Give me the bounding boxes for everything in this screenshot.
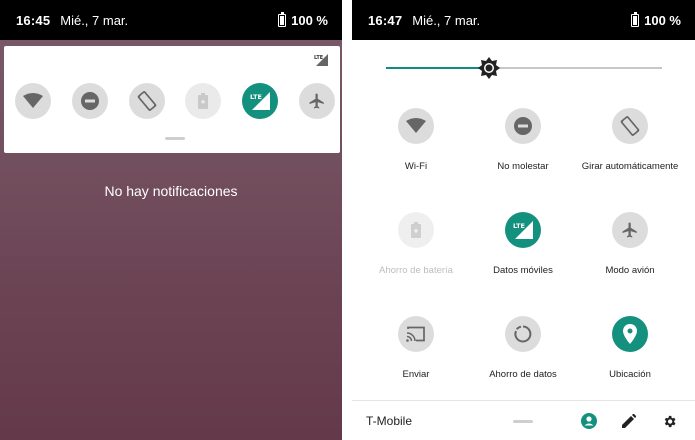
- tile-label: No molestar: [497, 161, 549, 172]
- airplane-mode-tile[interactable]: [298, 83, 335, 119]
- auto-rotate-tile[interactable]: [128, 83, 165, 119]
- tile-label: Modo avión: [605, 265, 655, 276]
- brightness-slider[interactable]: [352, 40, 695, 96]
- quick-settings-footer: T-Mobile: [352, 400, 695, 440]
- cast-tile-circle: [398, 316, 434, 352]
- tile-label: Ahorro de datos: [489, 369, 557, 380]
- wifi-icon: [406, 118, 426, 133]
- carrier-name: T-Mobile: [366, 413, 413, 428]
- tile-cast[interactable]: Enviar: [359, 316, 473, 380]
- lte-signal-mini-icon: LTE: [314, 54, 328, 66]
- tile-location[interactable]: Ubicación: [573, 316, 687, 380]
- drag-handle[interactable]: [165, 137, 185, 140]
- airplane-icon: [309, 93, 324, 109]
- tile-label: Enviar: [402, 369, 430, 380]
- battery-indicator: 100 %: [631, 11, 681, 28]
- svg-text:LTE: LTE: [513, 222, 525, 230]
- user-icon[interactable]: [581, 413, 597, 429]
- wifi-icon: [23, 93, 43, 108]
- tile-mobile-data[interactable]: LTE Datos móviles: [466, 212, 580, 276]
- tile-battery-saver[interactable]: Ahorro de batería: [359, 212, 473, 276]
- tile-do-not-disturb[interactable]: No molestar: [466, 108, 580, 172]
- airplane-tile-circle: [612, 212, 648, 248]
- status-date: Mié., 7 mar.: [412, 12, 481, 28]
- tile-auto-rotate[interactable]: Girar automáticamente: [573, 108, 687, 172]
- data-saver-icon: [514, 325, 532, 343]
- dnd-tile-circle: [505, 108, 541, 144]
- svg-text:LTE: LTE: [314, 55, 324, 61]
- tile-data-saver[interactable]: Ahorro de datos: [466, 316, 580, 380]
- location-tile-circle: [612, 316, 648, 352]
- status-bar: 16:45 Mié., 7 mar. 100 %: [0, 0, 342, 40]
- data-saver-tile-circle: [505, 316, 541, 352]
- cast-icon: [406, 326, 425, 342]
- quick-settings-header: LTE LTE: [4, 46, 340, 153]
- auto-rotate-icon: [620, 116, 640, 136]
- mobile-data-tile-circle: LTE: [505, 212, 541, 248]
- battery-icon: [631, 11, 640, 27]
- brightness-track: [492, 67, 662, 69]
- location-icon: [623, 324, 637, 344]
- tile-airplane-mode[interactable]: Modo avión: [573, 212, 687, 276]
- brightness-track-filled: [386, 67, 486, 69]
- do-not-disturb-tile[interactable]: [71, 83, 108, 119]
- quick-tiles-row: LTE: [15, 83, 335, 119]
- tile-label: Girar automáticamente: [581, 161, 679, 172]
- wifi-tile[interactable]: [15, 83, 51, 119]
- tile-label: Datos móviles: [493, 265, 553, 276]
- auto-rotate-icon: [137, 91, 156, 111]
- battery-percent: 100 %: [291, 12, 328, 28]
- battery-saver-tile-circle: [398, 212, 434, 248]
- rotate-tile-circle: [612, 108, 648, 144]
- status-time: 16:47: [368, 12, 403, 28]
- tile-label: Ubicación: [609, 369, 651, 380]
- tile-wifi[interactable]: Wi-Fi: [359, 108, 473, 172]
- edit-icon[interactable]: [621, 413, 637, 429]
- svg-text:LTE: LTE: [250, 93, 262, 101]
- brightness-icon[interactable]: [478, 57, 500, 79]
- battery-saver-icon: [198, 93, 209, 109]
- drag-handle[interactable]: [513, 420, 533, 423]
- tile-label: Ahorro de batería: [379, 265, 453, 276]
- status-bar: 16:47 Mié., 7 mar. 100 %: [352, 0, 695, 40]
- lte-signal-icon: LTE: [513, 221, 533, 239]
- battery-saver-icon: [411, 222, 421, 238]
- battery-indicator: 100 %: [278, 11, 328, 28]
- footer-actions: [581, 413, 677, 429]
- right-phone-screen: 16:47 Mié., 7 mar. 100 % Wi-Fi No molest…: [352, 0, 695, 440]
- tile-label: Wi-Fi: [404, 161, 428, 172]
- status-time: 16:45: [16, 12, 51, 28]
- status-date: Mié., 7 mar.: [60, 12, 129, 28]
- do-not-disturb-icon: [514, 117, 532, 135]
- left-phone-screen: 16:45 Mié., 7 mar. 100 % LTE LTE No hay …: [0, 0, 342, 440]
- airplane-icon: [622, 222, 637, 238]
- battery-percent: 100 %: [644, 12, 681, 28]
- do-not-disturb-icon: [80, 92, 99, 110]
- wifi-tile-circle: [398, 108, 434, 144]
- settings-icon[interactable]: [661, 413, 677, 429]
- battery-saver-tile[interactable]: [185, 83, 222, 119]
- screenshot-root: 16:45 Mié., 7 mar. 100 % LTE LTE No hay …: [0, 0, 695, 440]
- empty-notifications-message: No hay notificaciones: [104, 183, 238, 199]
- battery-icon: [278, 11, 287, 27]
- mobile-data-tile[interactable]: LTE: [242, 83, 279, 119]
- lte-signal-icon: LTE: [250, 92, 271, 110]
